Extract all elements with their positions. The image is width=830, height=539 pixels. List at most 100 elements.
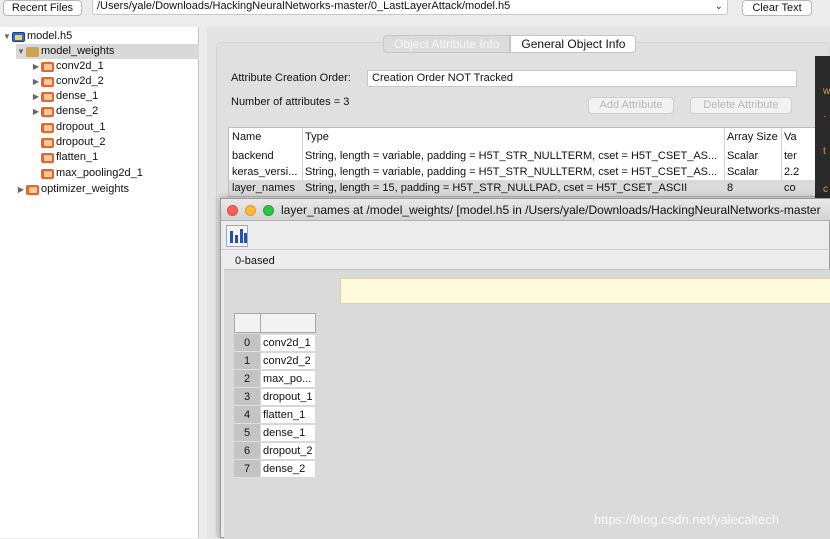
table-cell: backend — [232, 150, 274, 162]
row-index: 5 — [234, 424, 260, 442]
add-attribute-button[interactable]: Add Attribute — [588, 97, 674, 114]
tab-object-attribute-info[interactable]: Object Attribute Info — [383, 35, 511, 53]
tree-node-label: model.h5 — [27, 30, 73, 42]
file-path-combobox[interactable]: /Users/yale/Downloads/HackingNeuralNetwo… — [92, 0, 728, 15]
row-index: 1 — [234, 352, 260, 370]
hdf-file-icon — [12, 31, 25, 42]
minimize-window-button[interactable] — [245, 205, 256, 216]
tree-node-label: flatten_1 — [56, 151, 99, 163]
background-window-strip: w · t c — [815, 56, 830, 201]
tree-node-label: dropout_2 — [56, 136, 106, 148]
dataset-icon — [41, 137, 54, 148]
tree-node-conv2d-1[interactable]: ▶ conv2d_1 — [31, 59, 104, 74]
tree-node-dense-1[interactable]: ▶ dense_1 — [31, 89, 98, 104]
table-row[interactable]: 0 conv2d_1 — [234, 334, 316, 352]
column-header[interactable]: Name — [229, 129, 302, 145]
tree-node-max-pooling2d-1[interactable]: max_pooling2d_1 — [41, 166, 143, 181]
close-window-button[interactable] — [227, 205, 238, 216]
table-cell[interactable]: max_po... — [260, 370, 316, 388]
table-cell[interactable]: conv2d_2 — [260, 352, 316, 370]
tree-node-label: conv2d_2 — [56, 75, 104, 87]
zoom-window-button[interactable] — [263, 205, 274, 216]
tree-node-conv2d-2[interactable]: ▶ conv2d_2 — [31, 74, 104, 89]
dataset-icon — [41, 168, 54, 179]
expand-triangle-icon[interactable]: ▶ — [31, 74, 41, 89]
table-row[interactable]: 1 conv2d_2 — [234, 352, 316, 370]
window-titlebar[interactable]: layer_names at /model_weights/ [model.h5… — [221, 199, 830, 221]
table-cell[interactable]: dropout_2 — [260, 442, 316, 460]
table-cell: String, length = variable, padding = H5T… — [305, 166, 718, 178]
expand-triangle-icon[interactable]: ▼ — [2, 29, 12, 44]
row-index: 2 — [234, 370, 260, 388]
table-row[interactable]: 2 max_po... — [234, 370, 316, 388]
chart-icon[interactable] — [226, 225, 248, 247]
table-row[interactable]: backend String, length = variable, paddi… — [229, 148, 829, 164]
file-path-text: /Users/yale/Downloads/HackingNeuralNetwo… — [97, 0, 511, 12]
tab-general-object-info[interactable]: General Object Info — [510, 35, 637, 53]
table-cell[interactable]: flatten_1 — [260, 406, 316, 424]
tree-node-root[interactable]: ▼ model.h5 — [2, 29, 72, 44]
row-index: 7 — [234, 460, 260, 478]
dataset-icon — [41, 61, 54, 72]
table-row[interactable]: keras_versi... String, length = variable… — [229, 164, 829, 180]
tree-node-dropout-1[interactable]: dropout_1 — [41, 120, 106, 135]
table-cell: 8 — [727, 182, 734, 194]
chevron-down-icon[interactable]: ⌄ — [715, 0, 723, 14]
column-header[interactable]: Type — [302, 129, 724, 145]
row-index: 3 — [234, 388, 260, 406]
table-row[interactable]: 7 dense_2 — [234, 460, 316, 478]
dataset-icon — [41, 106, 54, 117]
file-tree: ▼ model.h5 ▼ model_weights ▶ conv2d_1 ▶ … — [0, 27, 199, 538]
table-row[interactable]: 5 dense_1 — [234, 424, 316, 442]
table-cell[interactable]: dropout_1 — [260, 388, 316, 406]
table-cell: String, length = variable, padding = H5T… — [305, 150, 718, 162]
column-header[interactable]: Array Size — [724, 129, 781, 145]
tree-node-label: dropout_1 — [56, 121, 106, 133]
table-cell[interactable]: conv2d_1 — [260, 334, 316, 352]
table-cell[interactable]: dense_1 — [260, 424, 316, 442]
tree-node-dropout-2[interactable]: dropout_2 — [41, 135, 106, 150]
tree-node-optimizer-weights[interactable]: ▶ optimizer_weights — [16, 182, 129, 197]
info-tabs: Object Attribute Info General Object Inf… — [383, 35, 637, 53]
table-row[interactable]: 3 dropout_1 — [234, 388, 316, 406]
cell-value-field[interactable] — [340, 278, 830, 304]
dataset-icon — [41, 91, 54, 102]
toolbar: Recent Files /Users/yale/Downloads/Hacki… — [0, 0, 830, 18]
table-cell: Scalar — [727, 150, 759, 162]
recent-files-button[interactable]: Recent Files — [3, 0, 82, 16]
attribute-table: Name Type Array Size Va backend String, … — [228, 127, 830, 197]
table-cell: layer_names — [232, 182, 295, 194]
tree-node-dense-2[interactable]: ▶ dense_2 — [31, 104, 98, 119]
clear-text-button[interactable]: Clear Text — [742, 0, 812, 16]
tree-node-label: dense_2 — [56, 105, 99, 117]
expand-triangle-icon[interactable]: ▶ — [16, 182, 26, 197]
creation-order-label: Attribute Creation Order: — [231, 72, 351, 84]
table-row[interactable]: 6 dropout_2 — [234, 442, 316, 460]
table-cell: keras_versi... — [232, 166, 298, 178]
table-row[interactable]: 4 flatten_1 — [234, 406, 316, 424]
tree-node-label: optimizer_weights — [41, 183, 130, 195]
table-header-row: Name Type Array Size Va — [229, 129, 829, 145]
dataset-icon — [26, 184, 39, 195]
table-row[interactable]: layer_names String, length = 15, padding… — [229, 180, 829, 196]
open-folder-icon — [26, 46, 39, 57]
window-title: layer_names at /model_weights/ [model.h5… — [281, 203, 821, 217]
tree-node-label: max_pooling2d_1 — [56, 167, 143, 179]
table-cell[interactable]: dense_2 — [260, 460, 316, 478]
dataset-viewer-window: layer_names at /model_weights/ [model.h5… — [220, 198, 830, 539]
tree-node-model-weights[interactable]: ▼ model_weights — [16, 44, 199, 59]
tree-node-label: dense_1 — [56, 90, 99, 102]
expand-triangle-icon[interactable]: ▼ — [16, 44, 26, 59]
creation-order-field[interactable]: Creation Order NOT Tracked — [367, 70, 797, 87]
dataset-icon — [41, 152, 54, 163]
tree-node-label: model_weights — [41, 45, 115, 57]
dataset-table-header — [234, 313, 316, 333]
table-cell: String, length = 15, padding = H5T_STR_N… — [305, 182, 688, 194]
row-index: 4 — [234, 406, 260, 424]
expand-triangle-icon[interactable]: ▶ — [31, 104, 41, 119]
tree-node-flatten-1[interactable]: flatten_1 — [41, 150, 98, 165]
delete-attribute-button[interactable]: Delete Attribute — [690, 97, 792, 114]
expand-triangle-icon[interactable]: ▶ — [31, 89, 41, 104]
expand-triangle-icon[interactable]: ▶ — [31, 59, 41, 74]
dataset-icon — [41, 76, 54, 87]
